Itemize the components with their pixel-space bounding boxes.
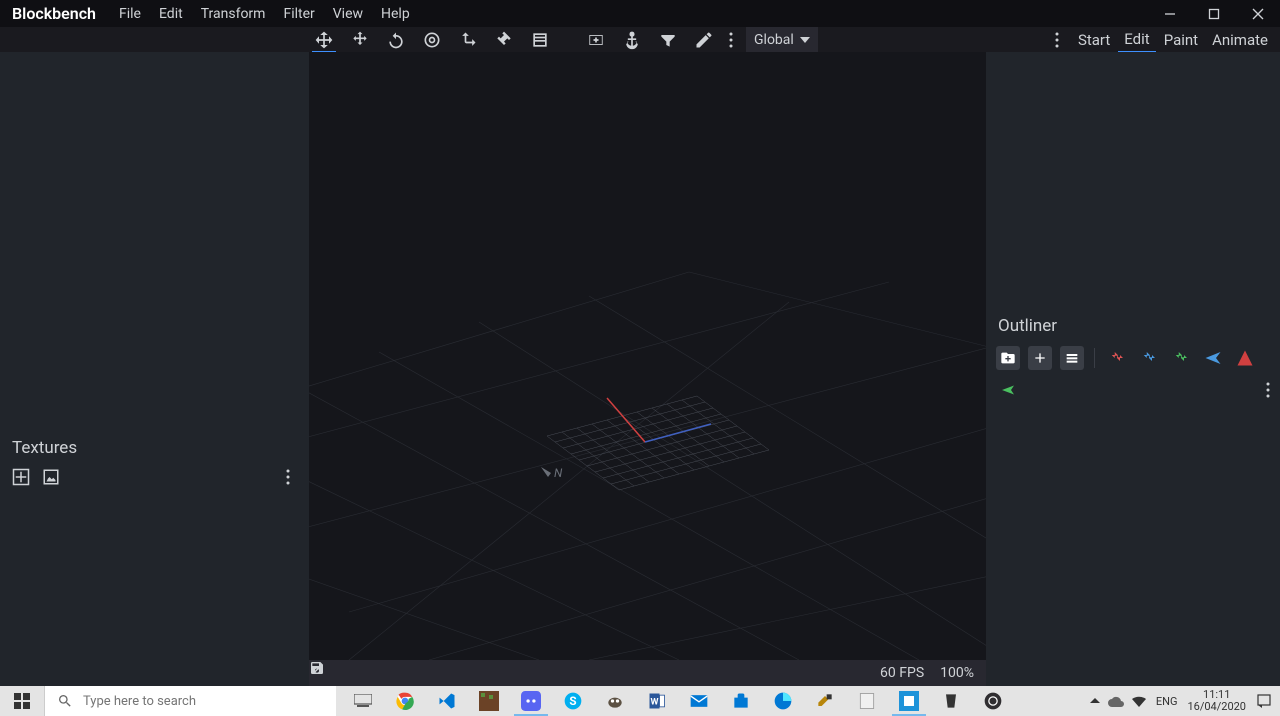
import-texture-icon[interactable] (10, 466, 32, 488)
mode-more-icon[interactable] (1050, 32, 1064, 48)
svg-text:W: W (650, 697, 658, 707)
transform-space-select[interactable]: Global (746, 27, 818, 52)
mode-paint[interactable]: Paint (1158, 28, 1204, 52)
outliner-panel-title: Outliner (986, 308, 1280, 342)
menu-transform[interactable]: Transform (192, 2, 275, 26)
textures-more-icon[interactable] (277, 466, 299, 488)
add-cube-outliner-icon[interactable] (1028, 346, 1052, 370)
tray-wifi-icon[interactable] (1132, 695, 1146, 707)
svg-text:S: S (569, 694, 576, 708)
toggle-y-icon[interactable] (1137, 346, 1161, 370)
taskbar-apps: S W (342, 686, 1014, 716)
display-tool-icon[interactable] (524, 27, 556, 52)
svg-text:N: N (554, 466, 563, 480)
tray-clock[interactable]: 11:11 16/04/2020 (1187, 689, 1246, 713)
rotate-tool-icon[interactable] (380, 27, 412, 52)
close-button[interactable] (1236, 0, 1280, 27)
vscode-icon[interactable] (426, 686, 468, 716)
menu-help[interactable]: Help (372, 2, 419, 26)
brush-tool-icon[interactable] (488, 27, 520, 52)
gimp-icon[interactable] (594, 686, 636, 716)
edge-icon[interactable] (762, 686, 804, 716)
outliner-toolbar (986, 342, 1280, 374)
windows-taskbar: S W ENG 11:11 16/04/2020 (0, 686, 1280, 716)
title-bar: Blockbench File Edit Transform Filter Vi… (0, 0, 1280, 27)
create-texture-icon[interactable] (40, 466, 62, 488)
mode-edit[interactable]: Edit (1118, 27, 1155, 53)
toggle-visibility-icon[interactable] (996, 378, 1020, 402)
toggle-z-icon[interactable] (1169, 346, 1193, 370)
toggle-x-icon[interactable] (1105, 346, 1129, 370)
outliner-more-icon[interactable] (1266, 382, 1270, 398)
menu-bar: File Edit Transform Filter View Help (110, 2, 419, 26)
store-icon[interactable] (720, 686, 762, 716)
minimize-button[interactable] (1148, 0, 1192, 27)
start-button[interactable] (0, 686, 44, 716)
move-tool-icon[interactable] (308, 27, 340, 52)
tray-onedrive-icon[interactable] (1108, 695, 1124, 707)
skype-icon[interactable]: S (552, 686, 594, 716)
notes-icon[interactable] (846, 686, 888, 716)
blockbench-taskbar-icon[interactable] (888, 686, 930, 716)
paint-icon[interactable] (804, 686, 846, 716)
chevron-down-icon (800, 37, 810, 43)
edit-icon[interactable] (688, 27, 720, 52)
tray-notifications-icon[interactable] (1256, 693, 1272, 709)
taskbar-search[interactable] (44, 686, 336, 716)
word-icon[interactable]: W (636, 686, 678, 716)
app-name: Blockbench (12, 4, 96, 23)
search-icon (57, 693, 73, 709)
add-cube-icon[interactable] (580, 27, 612, 52)
viewport-status-bar: 60 FPS 100% (309, 660, 986, 686)
textures-panel-title: Textures (0, 430, 309, 464)
toolbar-more-icon[interactable] (724, 32, 738, 48)
workspace: Textures (0, 52, 1280, 686)
resize-tool-icon[interactable] (344, 27, 376, 52)
list-view-icon[interactable] (1060, 346, 1084, 370)
toggle-shade-icon[interactable] (1201, 346, 1225, 370)
mail-icon[interactable] (678, 686, 720, 716)
menu-edit[interactable]: Edit (150, 2, 192, 26)
anchor-icon[interactable] (616, 27, 648, 52)
add-group-icon[interactable] (996, 346, 1020, 370)
task-view-icon[interactable] (342, 686, 384, 716)
transform-space-label: Global (754, 32, 794, 48)
viewport-3d[interactable]: N 60 FPS 100% (309, 52, 986, 686)
mode-start[interactable]: Start (1072, 28, 1116, 52)
menu-file[interactable]: File (110, 2, 150, 26)
toggle-export-icon[interactable] (1233, 346, 1257, 370)
minecraft-icon[interactable] (468, 686, 510, 716)
chrome-icon[interactable] (384, 686, 426, 716)
system-tray: ENG 11:11 16/04/2020 (1082, 689, 1280, 713)
obs-icon[interactable] (972, 686, 1014, 716)
mode-animate[interactable]: Animate (1206, 28, 1274, 52)
menu-filter[interactable]: Filter (274, 2, 323, 26)
main-toolbar: Global Start Edit Paint Animate (0, 27, 1280, 52)
pivot-tool-icon[interactable] (416, 27, 448, 52)
tray-language[interactable]: ENG (1156, 695, 1178, 708)
filter-icon[interactable] (652, 27, 684, 52)
discord-icon[interactable] (510, 686, 552, 716)
status-zoom: 100% (940, 665, 974, 681)
status-fps: 60 FPS (880, 665, 924, 681)
window-controls (1148, 0, 1280, 27)
left-panel: Textures (0, 52, 309, 686)
vertex-snap-tool-icon[interactable] (452, 27, 484, 52)
maximize-button[interactable] (1192, 0, 1236, 27)
taskbar-search-input[interactable] (83, 694, 324, 709)
app-icon-1[interactable] (930, 686, 972, 716)
menu-view[interactable]: View (324, 2, 372, 26)
right-panel: Outliner (986, 52, 1280, 686)
tray-chevron-icon[interactable] (1090, 696, 1100, 706)
textures-toolbar (0, 464, 309, 496)
